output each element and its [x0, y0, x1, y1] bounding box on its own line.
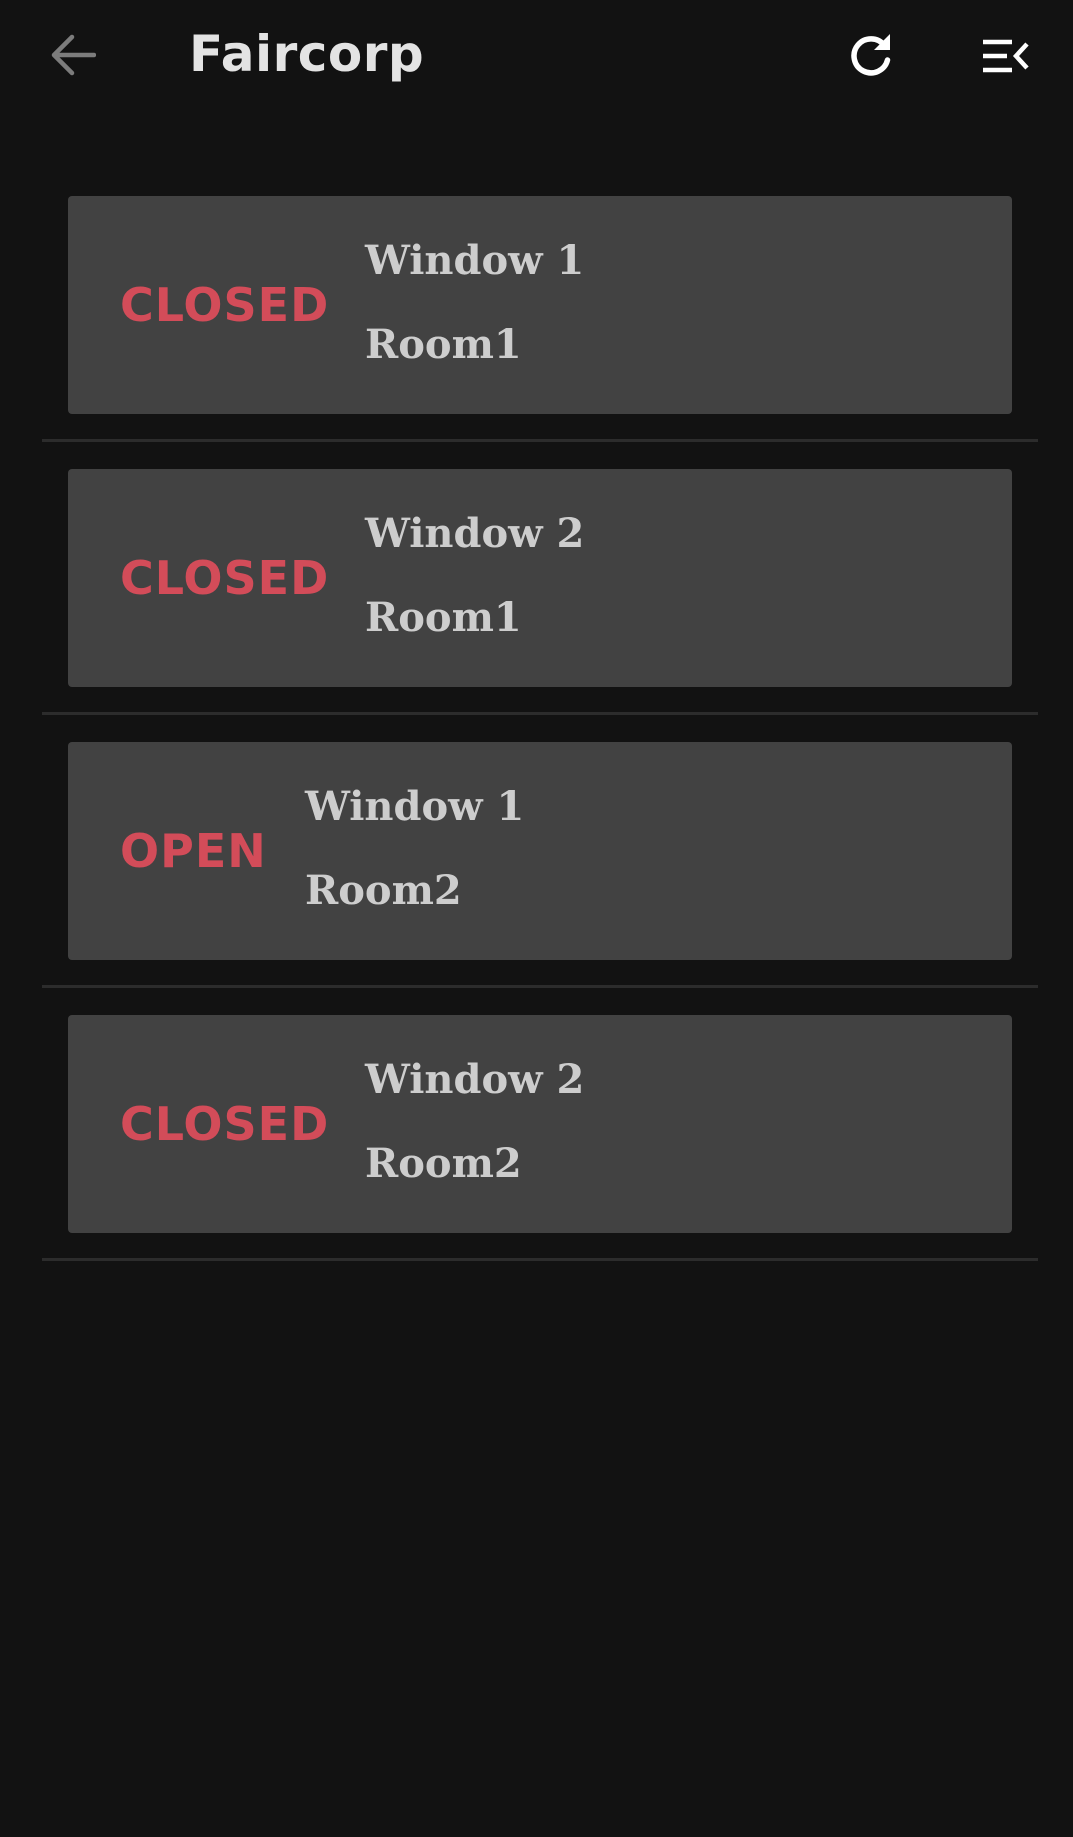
room-name: Room1 [365, 594, 522, 641]
window-list-item[interactable]: CLOSED Window 2 Room1 [68, 469, 1012, 687]
window-info: Window 2 Room1 [365, 509, 584, 643]
window-status: CLOSED [120, 551, 330, 605]
menu-button[interactable] [978, 30, 1034, 82]
list-divider [42, 1258, 1038, 1261]
window-list-item[interactable]: CLOSED Window 1 Room1 [68, 196, 1012, 414]
window-list-item[interactable]: CLOSED Window 2 Room2 [68, 1015, 1012, 1233]
list-divider [42, 985, 1038, 988]
window-name: Window 1 [305, 783, 525, 830]
window-name: Window 2 [365, 510, 585, 557]
menu-collapse-icon [983, 39, 1029, 73]
window-info: Window 1 Room1 [365, 236, 584, 370]
room-name: Room2 [305, 867, 462, 914]
room-name: Room1 [365, 321, 522, 368]
window-status: CLOSED [120, 278, 330, 332]
window-name: Window 1 [365, 237, 585, 284]
list-divider [42, 712, 1038, 715]
refresh-button[interactable] [843, 28, 899, 84]
window-status: CLOSED [120, 1097, 330, 1151]
back-button[interactable] [46, 30, 100, 80]
window-status: OPEN [120, 824, 267, 878]
app-bar: Faircorp [0, 0, 1073, 112]
window-list-item[interactable]: OPEN Window 1 Room2 [68, 742, 1012, 960]
window-info: Window 1 Room2 [305, 782, 524, 916]
room-name: Room2 [365, 1140, 522, 1187]
window-info: Window 2 Room2 [365, 1055, 584, 1189]
page-title: Faircorp [189, 25, 425, 83]
arrow-left-icon [51, 34, 96, 76]
refresh-icon [851, 34, 891, 76]
list-divider [42, 439, 1038, 442]
window-name: Window 2 [365, 1056, 585, 1103]
